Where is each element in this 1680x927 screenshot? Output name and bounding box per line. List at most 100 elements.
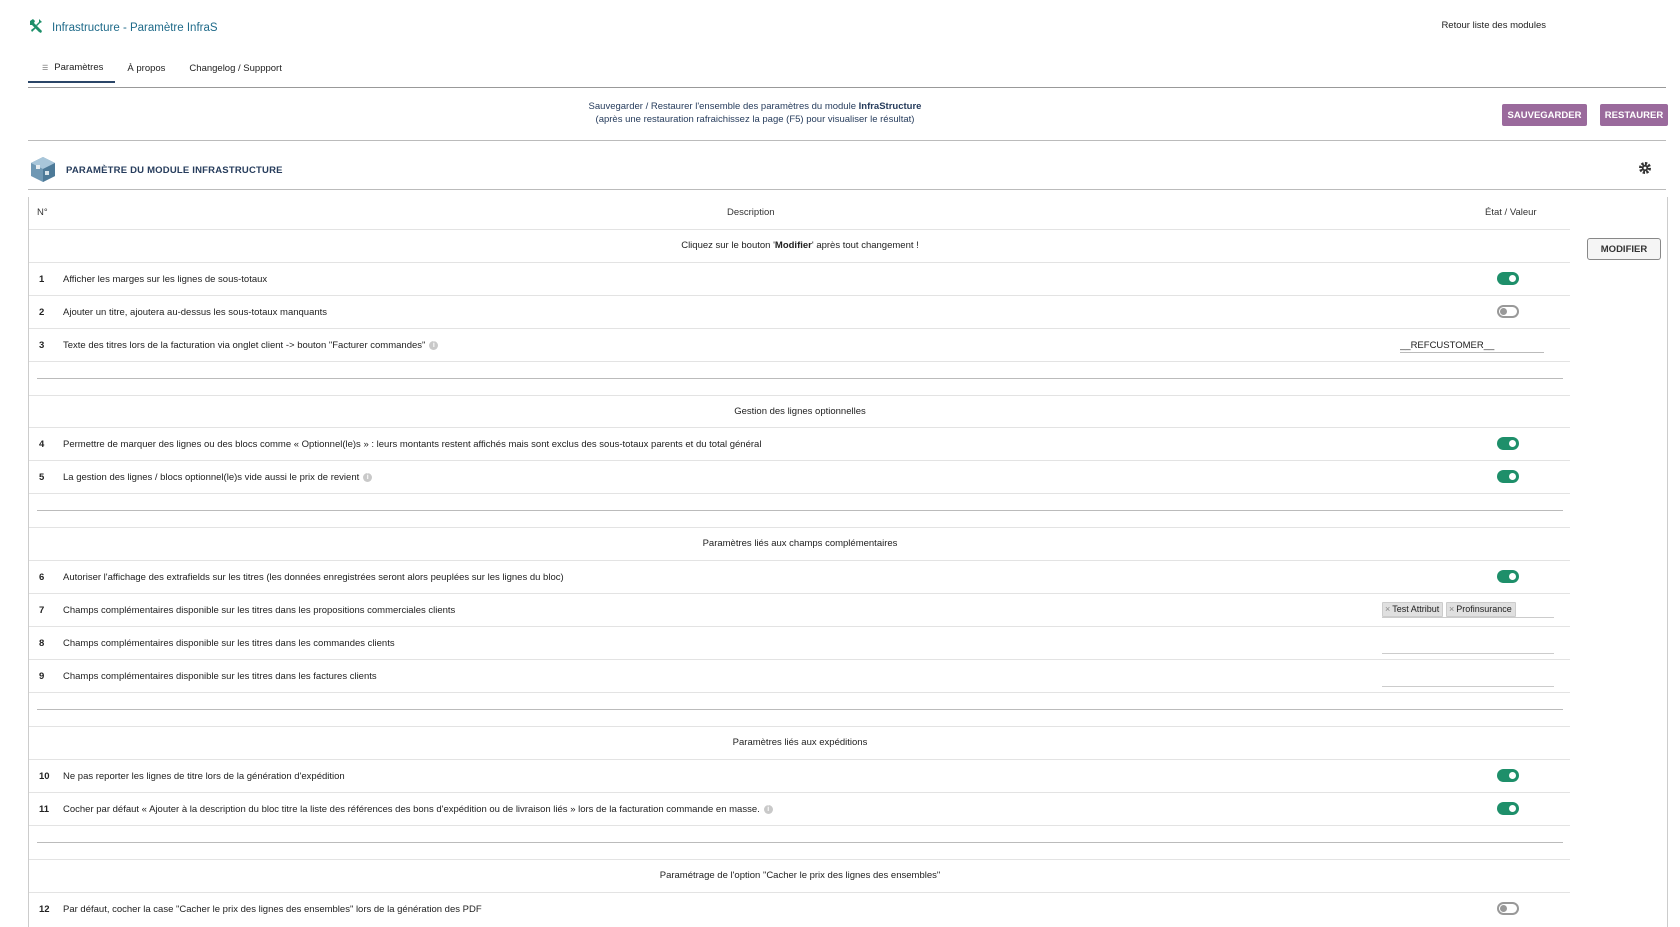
row-description: Autoriser l'affichage des extrafields su… <box>63 572 564 583</box>
row-description: Champs complémentaires disponible sur le… <box>63 605 456 616</box>
row-number: 7 <box>39 605 45 616</box>
info-icon[interactable]: i <box>429 340 439 350</box>
column-header-num: N° <box>37 207 48 218</box>
row-number: 8 <box>39 638 45 649</box>
remove-tag-icon[interactable]: × <box>1385 604 1390 614</box>
toggle-empty-cost-price[interactable] <box>1497 470 1519 483</box>
backup-module-name: InfraStructure <box>858 101 922 112</box>
backup-text-line2: (après une restauration rafraichissez la… <box>595 114 915 125</box>
modify-notice: Cliquez sur le bouton 'Modifier' après t… <box>0 240 1600 251</box>
tag-label: Test Attribut <box>1392 604 1440 614</box>
toggle-hide-set-prices[interactable] <box>1497 902 1519 915</box>
section-separator <box>37 510 1563 511</box>
section-separator <box>37 709 1563 710</box>
tab-parametres[interactable]: ☰ Paramètres <box>28 62 116 83</box>
toggle-add-title[interactable] <box>1497 305 1519 318</box>
tab-changelog[interactable]: Changelog / Suppport <box>177 63 293 82</box>
tools-icon <box>28 18 44 37</box>
row-divider <box>29 295 1570 296</box>
row-divider <box>29 427 1570 428</box>
section-separator <box>37 842 1563 843</box>
notice-bold: Modifier <box>774 240 812 251</box>
settings-small-icon: ☰ <box>42 64 49 72</box>
toggle-extrafields-on-titles[interactable] <box>1497 570 1519 583</box>
row-divider <box>29 560 1570 561</box>
remove-tag-icon[interactable]: × <box>1449 604 1454 614</box>
row-divider <box>29 692 1570 693</box>
toggle-optional-lines[interactable] <box>1497 437 1519 450</box>
column-header-description: Description <box>727 207 775 218</box>
module-title: PARAMÈTRE DU MODULE INFRASTRUCTURE <box>66 165 283 176</box>
notice-text: Cliquez sur le bouton ' <box>681 240 775 251</box>
row-description: Permettre de marquer des lignes ou des b… <box>63 439 762 450</box>
row-divider <box>29 759 1570 760</box>
row-description-text: Texte des titres lors de la facturation … <box>63 340 426 351</box>
page-header: Infrastructure - Paramètre InfraS <box>28 18 218 37</box>
extrafields-invoices-select[interactable] <box>1382 669 1554 687</box>
section-title-shipments: Paramètres liés aux expéditions <box>732 737 868 748</box>
row-divider <box>29 361 1570 362</box>
row-description: Cocher par défaut « Ajouter à la descrip… <box>63 804 773 815</box>
save-button[interactable]: SAUVEGARDER <box>1502 104 1587 126</box>
row-divider <box>29 726 1570 727</box>
row-divider <box>29 460 1570 461</box>
restore-button[interactable]: RESTAURER <box>1600 104 1668 126</box>
row-description: La gestion des lignes / blocs optionnel(… <box>63 472 373 483</box>
backup-description: Sauvegarder / Restaurer l'ensemble des p… <box>0 100 1510 126</box>
tab-bar: ☰ Paramètres À propos Changelog / Supppo… <box>28 62 294 83</box>
row-description: Afficher les marges sur les lignes de so… <box>63 274 268 285</box>
toggle-show-margins[interactable] <box>1497 272 1519 285</box>
row-description-text: La gestion des lignes / blocs optionnel(… <box>63 472 360 483</box>
tag-label: Profinsurance <box>1456 604 1512 614</box>
extrafields-propal-select[interactable]: × Test Attribut × Profinsurance <box>1382 600 1554 618</box>
section-title-hide-prices: Paramétrage de l'option "Cacher le prix … <box>659 870 941 881</box>
notice-text: ' après tout changement ! <box>811 240 919 251</box>
module-title-bar: PARAMÈTRE DU MODULE INFRASTRUCTURE <box>28 154 283 187</box>
row-description: Par défaut, cocher la case "Cacher le pr… <box>63 904 482 915</box>
divider <box>28 140 1666 141</box>
row-number: 5 <box>39 472 45 483</box>
row-divider <box>29 493 1570 494</box>
tab-a-propos[interactable]: À propos <box>115 63 177 82</box>
row-description: Champs complémentaires disponible sur le… <box>63 671 377 682</box>
gear-icon[interactable] <box>1638 161 1652 178</box>
section-title-optional-lines: Gestion des lignes optionnelles <box>734 406 866 417</box>
row-divider <box>29 626 1570 627</box>
info-icon[interactable]: i <box>363 472 373 482</box>
tab-divider <box>28 87 1666 88</box>
row-divider <box>29 593 1570 594</box>
tab-label: Paramètres <box>54 62 104 73</box>
toggle-no-title-on-shipment[interactable] <box>1497 769 1519 782</box>
modify-button[interactable]: MODIFIER <box>1587 238 1661 260</box>
tab-label: Changelog / Suppport <box>189 63 282 74</box>
row-number: 4 <box>39 439 45 450</box>
section-title-extrafields: Paramètres liés aux champs complémentair… <box>702 538 898 549</box>
row-divider <box>29 792 1570 793</box>
row-number: 3 <box>39 340 45 351</box>
toggle-add-shipment-refs[interactable] <box>1497 802 1519 815</box>
row-description: Ajouter un titre, ajoutera au-dessus les… <box>63 307 328 318</box>
row-divider <box>29 395 1570 396</box>
row-number: 1 <box>39 274 45 285</box>
row-number: 6 <box>39 572 45 583</box>
tab-label: À propos <box>127 63 166 74</box>
tag-chip: × Profinsurance <box>1446 602 1516 617</box>
row-number: 10 <box>39 771 50 782</box>
row-divider <box>29 328 1570 329</box>
backup-text-line1: Sauvegarder / Restaurer l'ensemble des p… <box>588 101 859 112</box>
extrafields-orders-select[interactable] <box>1382 636 1554 654</box>
row-description: Champs complémentaires disponible sur le… <box>63 638 395 649</box>
row-divider <box>29 659 1570 660</box>
page-title: Infrastructure - Paramètre InfraS <box>52 21 218 34</box>
row-divider <box>29 527 1570 528</box>
row-divider <box>29 859 1570 860</box>
info-icon[interactable]: i <box>763 804 773 814</box>
row-divider <box>29 229 1570 230</box>
divider <box>28 189 1666 190</box>
title-text-input[interactable] <box>1400 339 1544 353</box>
row-divider <box>29 825 1570 826</box>
back-to-modules-link[interactable]: Retour liste des modules <box>1441 20 1546 31</box>
row-description-text: Cocher par défaut « Ajouter à la descrip… <box>63 804 760 815</box>
row-number: 12 <box>39 904 50 915</box>
column-header-value: État / Valeur <box>1485 207 1537 218</box>
